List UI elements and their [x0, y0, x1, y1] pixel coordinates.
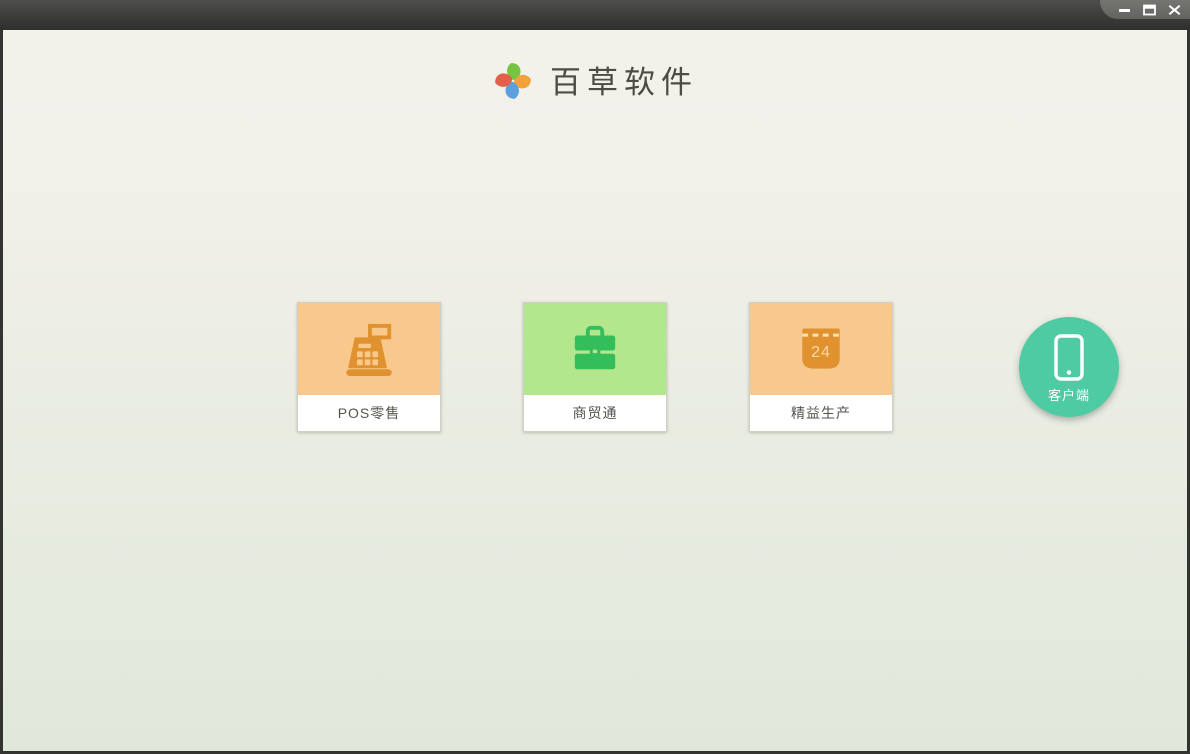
maximize-icon	[1142, 4, 1156, 16]
brand-header: 百草软件	[3, 57, 1187, 102]
tile-icon-area: 24	[750, 303, 892, 395]
tile-icon-area	[298, 303, 440, 395]
calendar-icon: 24	[802, 328, 840, 369]
close-button[interactable]	[1166, 3, 1182, 17]
app-window: 百草软件 POS零售 商贸通 24 精益生产 客户端	[0, 0, 1190, 754]
tile-label: 商贸通	[524, 395, 666, 431]
window-controls	[1100, 0, 1190, 19]
cash-register-icon	[346, 323, 392, 376]
tile-label: 精益生产	[750, 395, 892, 431]
minimize-icon	[1118, 9, 1130, 12]
client-button-label: 客户端	[1047, 388, 1090, 403]
product-card-lean-production[interactable]: 24 精益生产	[749, 302, 893, 432]
calendar-day-number: 24	[811, 343, 831, 361]
close-icon	[1168, 5, 1180, 15]
pinwheel-logo-icon	[492, 60, 534, 100]
app-title: 百草软件	[550, 65, 698, 100]
product-card-trade[interactable]: 商贸通	[523, 302, 667, 432]
client-button[interactable]: 客户端	[1019, 317, 1119, 417]
tile-label: POS零售	[298, 395, 440, 431]
minimize-button[interactable]	[1116, 3, 1132, 17]
titlebar[interactable]	[0, 0, 1190, 30]
smartphone-icon	[1054, 334, 1084, 381]
product-tiles: POS零售 商贸通 24 精益生产	[3, 302, 1187, 432]
tile-icon-area	[524, 303, 666, 395]
product-card-pos-retail[interactable]: POS零售	[297, 302, 441, 432]
main-content: 百草软件 POS零售 商贸通 24 精益生产 客户端	[0, 30, 1190, 754]
maximize-button[interactable]	[1141, 3, 1157, 17]
briefcase-icon	[574, 325, 616, 370]
